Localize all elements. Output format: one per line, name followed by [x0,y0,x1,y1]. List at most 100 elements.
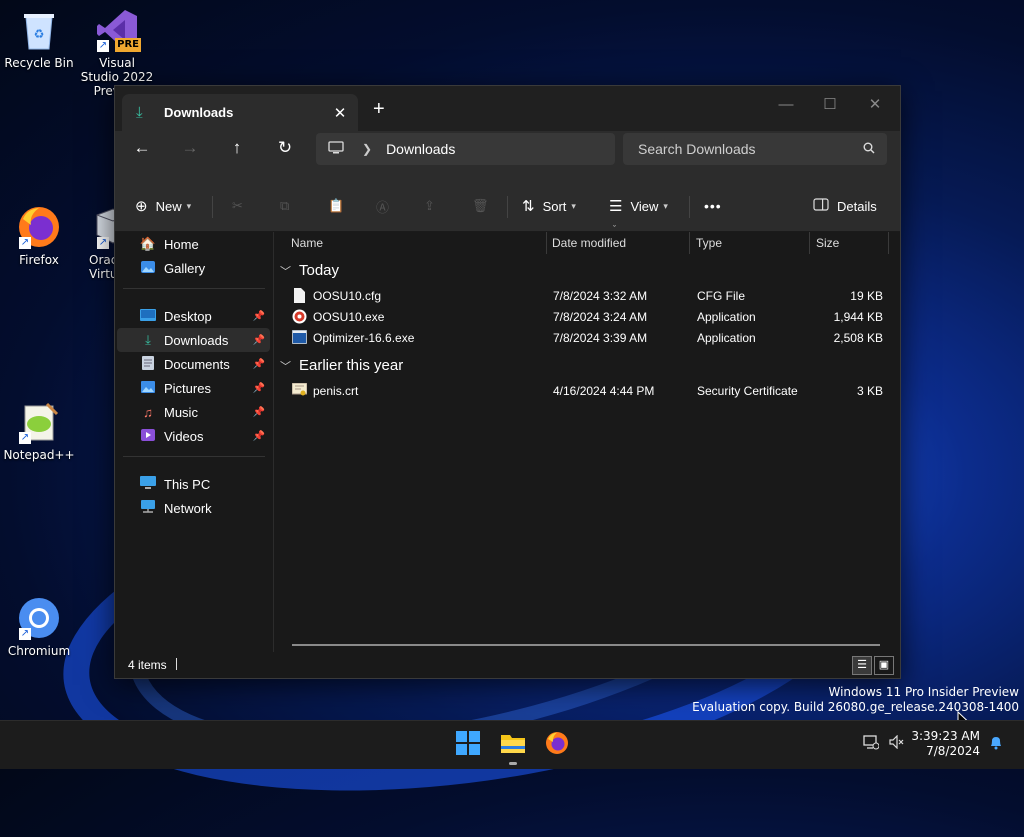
sidebar-item-videos[interactable]: Videos 📌 [117,424,270,448]
column-header-date-modified[interactable]: Date modified [552,232,626,254]
copy-button[interactable]: ⧉ [280,194,289,218]
group-header-today[interactable]: ﹀ Today [280,262,339,279]
desktop-icon-virtualbox[interactable]: ↗ Orac Virtu [80,205,114,281]
running-indicator [509,762,517,765]
tiles-view-icon: ▣ [878,659,890,671]
status-divider [176,658,177,670]
column-separator[interactable] [546,232,547,254]
tab-close-icon[interactable]: ✕ [328,104,352,122]
pin-icon[interactable]: 📌 [253,311,265,322]
paste-button[interactable]: 📋 [328,194,344,218]
table-row[interactable]: OOSU10.exe 7/8/2024 3:24 AM Application … [288,307,888,328]
pin-icon[interactable]: 📌 [253,383,265,394]
large-icons-view-button[interactable]: ▣ [874,656,894,675]
sidebar-item-home[interactable]: 🏠 Home [117,232,270,256]
group-header-earlier-this-year[interactable]: ﹀ Earlier this year [280,357,403,374]
column-separator[interactable] [888,232,889,254]
sidebar-divider [123,288,265,289]
sidebar-item-this-pc[interactable]: This PC [117,472,270,496]
file-list: Name Date modified ˇ Type Size ﹀ Today O… [274,224,900,652]
divider [507,196,508,218]
new-button[interactable]: ⊕ New ▾ [135,194,191,218]
volume-muted-icon[interactable] [889,734,905,753]
forward-button[interactable]: → [175,133,205,163]
column-separator[interactable] [809,232,810,254]
copy-icon: ⧉ [280,198,290,213]
column-header-size[interactable]: Size [816,232,839,254]
desktop-icon-notepadpp[interactable]: ↗ Notepad++ [1,400,77,462]
firefox-icon [545,731,569,759]
pre-badge: PRE [115,38,141,52]
sort-button[interactable]: ⇅ Sort ▾ [522,194,576,218]
sidebar-item-documents[interactable]: Documents 📌 [117,352,270,376]
pin-icon[interactable]: 📌 [253,407,265,418]
more-options-button[interactable]: ••• [704,194,722,218]
folder-icon [500,732,526,758]
sidebar-item-network[interactable]: Network [117,496,270,520]
sidebar-item-pictures[interactable]: Pictures 📌 [117,376,270,400]
search-input[interactable]: Search Downloads [638,141,863,157]
home-icon: 🏠 [139,236,157,251]
minimize-button[interactable]: — [763,90,809,120]
shortcut-arrow-icon: ↗ [97,237,109,249]
sidebar-item-gallery[interactable]: Gallery [117,256,270,280]
details-pane-icon [813,197,829,215]
details-button[interactable]: Details [813,194,877,218]
certificate-icon [291,382,308,398]
share-button[interactable]: ⇪ [424,194,435,218]
desktop-icon-recycle-bin[interactable]: ♻ Recycle Bin [1,8,77,70]
pin-icon[interactable]: 📌 [253,335,265,346]
share-icon: ⇪ [424,198,435,213]
pin-icon[interactable]: 📌 [253,431,265,442]
taskbar-file-explorer[interactable] [499,731,527,759]
system-clock[interactable]: 3:39:23 AM 7/8/2024 [906,729,980,759]
breadcrumb-downloads[interactable]: Downloads [386,141,455,157]
start-button[interactable] [454,731,482,759]
cut-button[interactable]: ✂ [232,194,243,218]
pin-icon[interactable]: 📌 [253,359,265,370]
rename-button[interactable]: Ⓐ [376,194,389,218]
column-separator[interactable] [689,232,690,254]
table-row[interactable]: OOSU10.cfg 7/8/2024 3:32 AM CFG File 19 … [288,286,888,307]
address-bar[interactable]: ❯ Downloads [316,133,615,165]
new-tab-button[interactable]: + [373,98,385,121]
chevron-down-icon: ﹀ [280,265,291,278]
search-box[interactable]: Search Downloads [623,133,887,165]
trash-icon: 🗑 [472,198,489,213]
notification-bell-icon[interactable] [989,735,1003,754]
details-view-button[interactable]: ☰ [852,656,872,675]
arrow-left-icon: ← [133,138,151,157]
recycle-bin-icon: ♻ [17,8,61,52]
chromium-icon: ↗ [17,596,61,640]
refresh-button[interactable]: ↻ [270,133,300,163]
view-button[interactable]: ☰ View ▾ [609,194,668,218]
delete-button[interactable]: 🗑 [472,194,489,218]
column-header-name[interactable]: Name [291,232,323,254]
sidebar-item-music[interactable]: ♫ Music 📌 [117,400,270,424]
chevron-down-icon: ▾ [186,200,192,211]
column-header-type[interactable]: Type [696,232,722,254]
table-row[interactable]: Optimizer-16.6.exe 7/8/2024 3:39 AM Appl… [288,328,888,349]
table-row[interactable]: penis.crt 4/16/2024 4:44 PM Security Cer… [288,381,888,402]
oosu-app-icon [292,309,307,324]
paste-icon: 📋 [328,198,345,213]
back-button[interactable]: ← [127,133,157,163]
divider [212,196,213,218]
taskbar-firefox[interactable] [543,731,571,759]
sidebar-item-desktop[interactable]: Desktop 📌 [117,304,270,328]
desktop-icon-firefox[interactable]: ↗ Firefox [1,205,77,267]
videos-icon [139,428,157,444]
shortcut-arrow-icon: ↗ [19,237,31,249]
maximize-button[interactable]: ☐ [807,90,853,120]
up-button[interactable]: ↑ [222,133,252,163]
sidebar-item-downloads[interactable]: ⤓ Downloads 📌 [117,328,270,352]
desktop-icon-chromium[interactable]: ↗ Chromium [1,596,77,658]
tab-downloads[interactable]: ⤓ Downloads ✕ [122,94,358,131]
network-status-icon[interactable] [863,735,880,754]
navigation-bar: ← → ↑ ↻ ❯ Downloads Search Downloads [115,131,900,181]
arrow-up-icon: ↑ [232,138,242,157]
horizontal-scrollbar[interactable] [292,644,880,646]
close-button[interactable]: ✕ [852,90,898,120]
downloads-icon: ⤓ [145,332,151,347]
view-lines-icon: ☰ [609,198,623,215]
